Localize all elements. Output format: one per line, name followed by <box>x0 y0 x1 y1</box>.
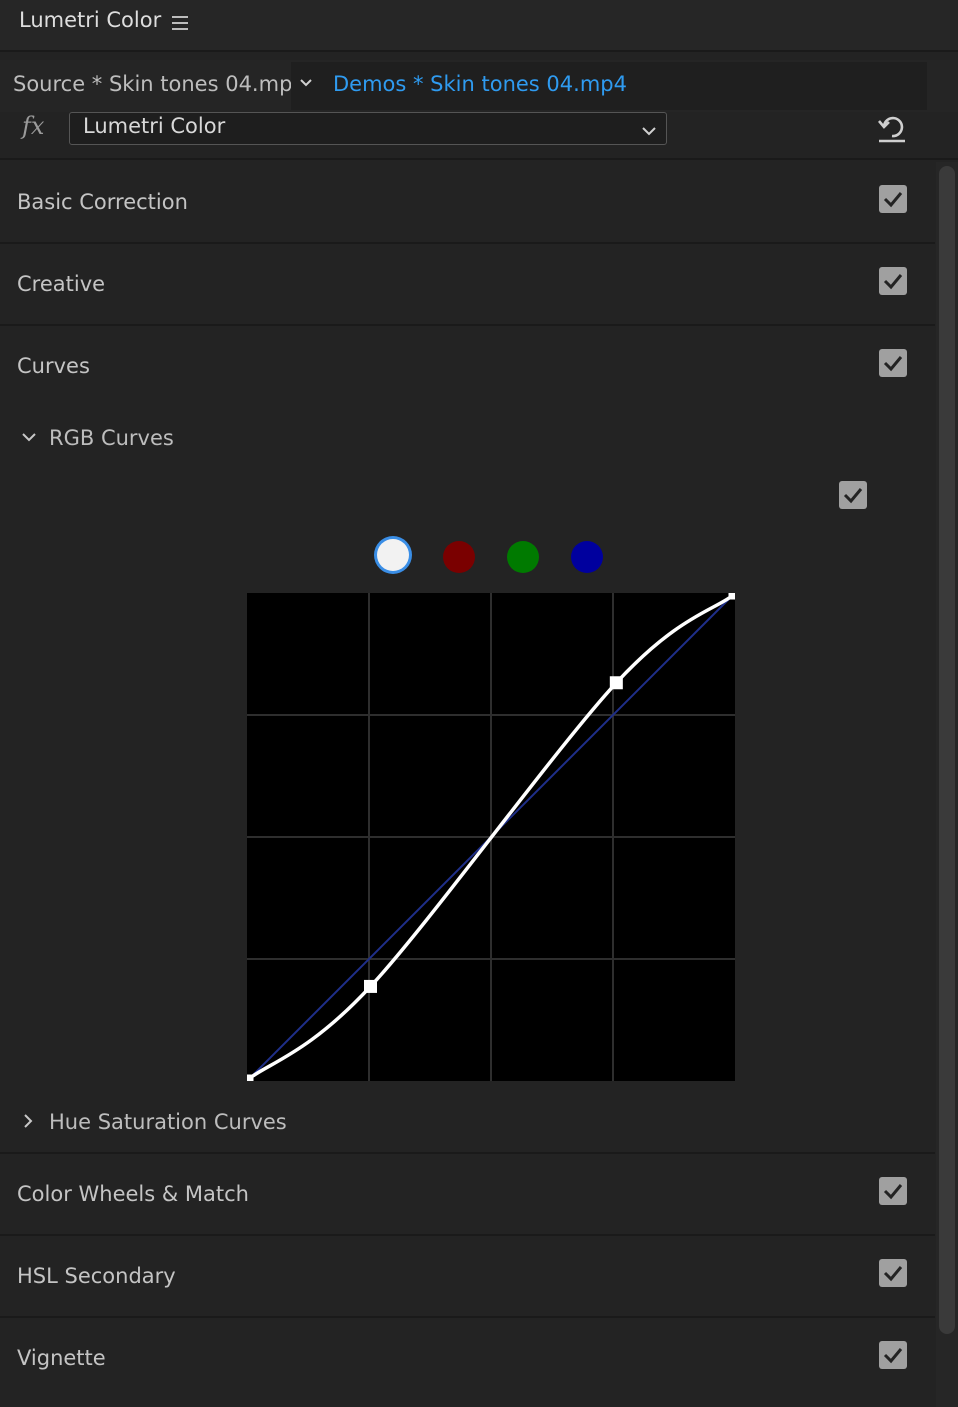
blue-channel-selector[interactable] <box>571 541 603 573</box>
divider <box>0 158 958 160</box>
effect-dropdown-value: Lumetri Color <box>83 114 226 138</box>
section-basic-correction[interactable]: Basic Correction <box>17 190 188 214</box>
creative-enable-checkbox[interactable] <box>879 267 907 295</box>
panel-menu-icon[interactable] <box>172 15 190 31</box>
color-wheels-enable-checkbox[interactable] <box>879 1177 907 1205</box>
green-channel-selector[interactable] <box>507 541 539 573</box>
section-vignette[interactable]: Vignette <box>17 1346 106 1370</box>
chevron-down-icon <box>641 122 657 136</box>
divider <box>0 242 935 244</box>
hsl-secondary-enable-checkbox[interactable] <box>879 1259 907 1287</box>
curve-control-point[interactable] <box>728 592 736 600</box>
rgb-curves-toggle[interactable]: RGB Curves <box>49 426 174 450</box>
section-creative[interactable]: Creative <box>17 272 105 296</box>
curves-enable-checkbox[interactable] <box>879 349 907 377</box>
curve-control-point[interactable] <box>364 979 377 993</box>
luma-channel-selector[interactable] <box>377 539 409 571</box>
divider <box>0 1234 935 1236</box>
section-hsl-secondary[interactable]: HSL Secondary <box>17 1264 176 1288</box>
divider <box>0 1316 935 1318</box>
sequence-clip-tab[interactable]: Demos * Skin tones 04.mp4 <box>333 72 627 96</box>
chevron-down-icon[interactable] <box>20 429 38 447</box>
panel-title: Lumetri Color <box>19 8 162 32</box>
fx-icon: fx <box>22 112 45 140</box>
chevron-right-icon[interactable] <box>20 1112 38 1130</box>
scrollbar-thumb[interactable] <box>939 166 955 1334</box>
reset-effect-icon[interactable] <box>876 114 908 144</box>
hue-saturation-curves-toggle[interactable]: Hue Saturation Curves <box>49 1110 287 1134</box>
curve-control-point[interactable] <box>609 676 623 690</box>
source-clip-tab[interactable]: Source * Skin tones 04.mp4 <box>13 72 306 96</box>
vignette-enable-checkbox[interactable] <box>879 1341 907 1369</box>
rgb-curve-graph[interactable] <box>246 592 736 1082</box>
rgb-curves-enable-checkbox[interactable] <box>839 481 867 509</box>
section-curves[interactable]: Curves <box>17 354 90 378</box>
section-color-wheels-match[interactable]: Color Wheels & Match <box>17 1182 249 1206</box>
red-channel-selector[interactable] <box>443 541 475 573</box>
divider <box>0 324 935 326</box>
divider <box>0 1152 935 1154</box>
basic-correction-enable-checkbox[interactable] <box>879 185 907 213</box>
curve-control-point[interactable] <box>246 1074 254 1082</box>
chevron-down-icon[interactable] <box>299 75 313 89</box>
